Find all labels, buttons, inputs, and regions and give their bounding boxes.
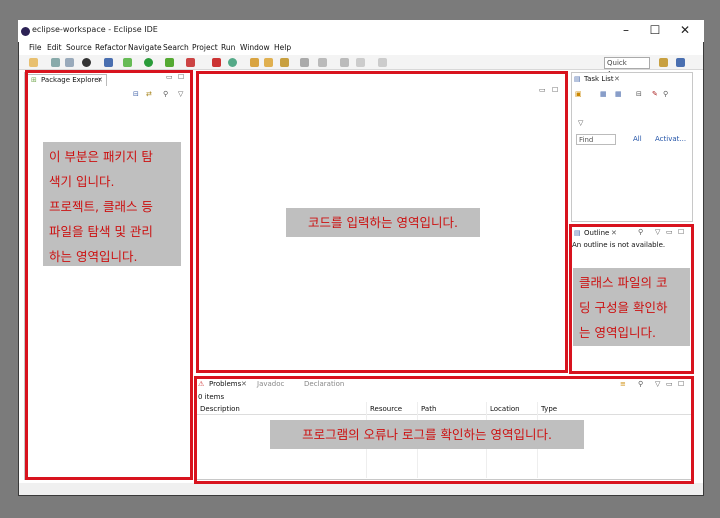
external-tools-icon[interactable] <box>186 58 195 67</box>
task-find-placeholder: Find <box>579 136 594 144</box>
menu-file[interactable]: File <box>29 43 42 52</box>
menu-project[interactable]: Project <box>192 43 218 52</box>
hide-completed-icon[interactable]: ✎ <box>652 90 658 98</box>
window-title: eclipse-workspace - Eclipse IDE <box>32 25 158 34</box>
new-class-icon[interactable] <box>228 58 237 67</box>
annotation-icon[interactable] <box>300 58 309 67</box>
task-filter-all[interactable]: All <box>633 135 642 143</box>
status-bar <box>19 483 703 495</box>
close-task-list-icon[interactable]: ✕ <box>614 75 620 83</box>
menu-source[interactable]: Source <box>66 43 92 52</box>
new-task-icon[interactable]: ▣ <box>575 90 582 98</box>
menu-help[interactable]: Help <box>274 43 291 52</box>
task-list-icon: ▤ <box>574 75 581 83</box>
maximize-button[interactable]: ☐ <box>644 23 666 39</box>
menu-window[interactable]: Window <box>240 43 270 52</box>
scheduled-icon[interactable]: ▦ <box>615 90 622 98</box>
back-icon[interactable] <box>356 58 365 67</box>
menu-bar: File Edit Source Refactor Navigate Searc… <box>18 42 704 54</box>
problems-note: 프로그램의 오류나 로그를 확인하는 영역입니다. <box>270 420 584 449</box>
menu-run[interactable]: Run <box>221 43 235 52</box>
editor-note: 코드를 입력하는 영역입니다. <box>286 208 480 237</box>
task-activate-link[interactable]: Activat... <box>655 135 686 143</box>
package-explorer-note: 이 부분은 패키지 탐 색기 입니다. 프로젝트, 클래스 등 파일을 탐색 및… <box>43 142 181 266</box>
search-tool-icon[interactable] <box>280 58 289 67</box>
new-java-project-icon[interactable] <box>212 58 221 67</box>
package-explorer-highlight <box>25 70 193 480</box>
task-list-pane <box>571 72 693 222</box>
next-annotation-icon[interactable] <box>318 58 327 67</box>
run-icon[interactable] <box>144 58 153 67</box>
save-all-icon[interactable] <box>65 58 74 67</box>
minimize-button[interactable]: – <box>615 23 637 39</box>
task-list-title: Task List <box>584 75 614 83</box>
focus-tasks-icon[interactable]: ⚲ <box>663 90 668 98</box>
close-button[interactable]: ✕ <box>674 23 696 39</box>
coverage-icon[interactable] <box>165 58 174 67</box>
new-file-icon[interactable] <box>29 58 38 67</box>
task-list-tab[interactable]: ▤ Task List ✕ <box>573 74 625 86</box>
java-perspective-icon[interactable] <box>676 58 685 67</box>
save-icon[interactable] <box>51 58 60 67</box>
outline-note: 클래스 파일의 코 딩 구성을 확인하 는 영역입니다. <box>573 268 690 346</box>
forward-icon[interactable] <box>378 58 387 67</box>
open-perspective-icon[interactable] <box>659 58 668 67</box>
debug-perspective-icon[interactable] <box>82 58 91 67</box>
eclipse-logo-icon <box>21 27 30 36</box>
task-view-menu-icon[interactable]: ▽ <box>578 119 583 127</box>
debug-icon[interactable] <box>123 58 132 67</box>
toolbar <box>19 55 703 70</box>
skip-breakpoints-icon[interactable] <box>104 58 113 67</box>
menu-edit[interactable]: Edit <box>47 43 62 52</box>
last-edit-icon[interactable] <box>340 58 349 67</box>
open-type-icon[interactable] <box>250 58 259 67</box>
collapse-tasks-icon[interactable]: ⊟ <box>636 90 642 98</box>
menu-search[interactable]: Search <box>163 43 189 52</box>
quick-access-input[interactable]: Quick Access <box>604 57 650 78</box>
menu-navigate[interactable]: Navigate <box>128 43 162 52</box>
categorized-icon[interactable]: ▦ <box>600 90 607 98</box>
menu-refactor[interactable]: Refactor <box>95 43 126 52</box>
task-find-input[interactable]: Find <box>576 134 616 145</box>
open-folder-icon[interactable] <box>264 58 273 67</box>
